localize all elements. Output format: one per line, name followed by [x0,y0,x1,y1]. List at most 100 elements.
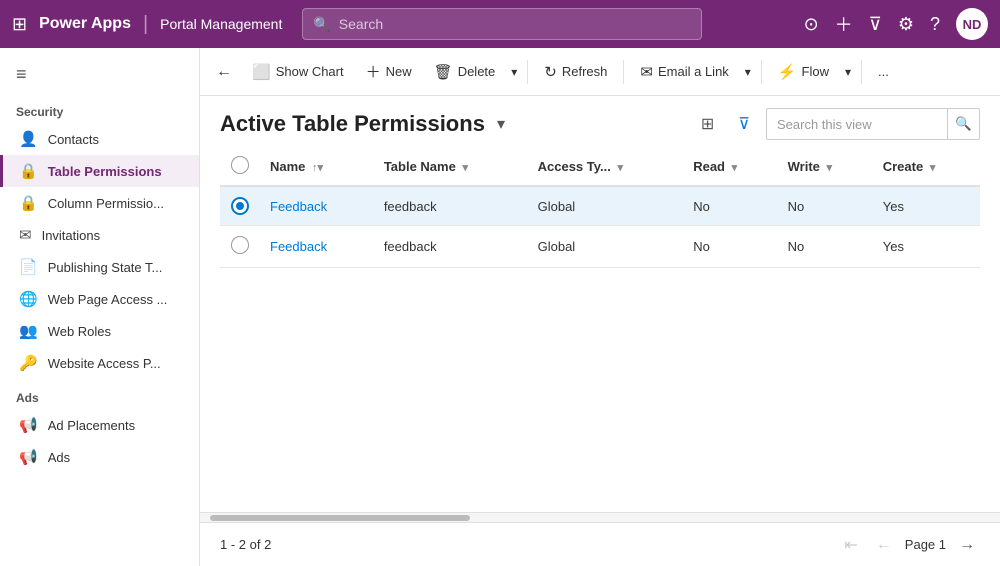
row-radio[interactable] [231,197,249,215]
delete-button[interactable]: 🗑 Delete [424,57,506,87]
column-permissions-icon: 🔒 [19,194,38,212]
sidebar-item-website-access[interactable]: 🔑 Website Access P... [0,347,199,379]
top-navigation: ⊞ Power Apps | Portal Management 🔍 ⊙ ＋ ⊽… [0,0,1000,48]
back-button[interactable]: ← [208,57,240,87]
record-count: 1 - 2 of 2 [220,537,271,552]
user-avatar[interactable]: ND [956,8,988,40]
filter-view-icon: ⊽ [738,116,750,133]
show-chart-button[interactable]: ⬜ Show Chart [242,57,354,87]
sidebar-item-column-permissions[interactable]: 🔒 Column Permissio... [0,187,199,219]
next-page-button[interactable]: → [954,533,980,557]
col-write[interactable]: Write ▾ [778,148,873,186]
security-section-title: Security [0,93,199,123]
ads-section-title: Ads [0,379,199,409]
columns-config-button[interactable]: ⊞ [693,110,722,138]
table-row[interactable]: Feedback feedback Global No No Yes [220,186,980,226]
email-link-button[interactable]: ✉ Email a Link [630,57,738,87]
view-search-input[interactable] [767,117,947,132]
row-name[interactable]: Feedback [260,226,374,268]
col-write-label: Write [788,159,820,174]
table-row[interactable]: Feedback feedback Global No No Yes [220,226,980,268]
global-search-input[interactable] [339,16,692,32]
flow-icon: ⚡ [778,63,797,81]
more-button[interactable]: ... [868,58,899,85]
col-create[interactable]: Create ▾ [873,148,980,186]
horizontal-scrollbar[interactable] [200,512,1000,522]
sidebar-item-table-permissions[interactable]: 🔒 Table Permissions [0,155,199,187]
refresh-icon: ↻ [544,63,557,81]
invitations-icon: ✉ [19,226,32,244]
columns-icon: ⊞ [701,116,714,133]
email-icon: ✉ [640,63,653,81]
sidebar-item-web-roles[interactable]: 👥 Web Roles [0,315,199,347]
prev-page-button[interactable]: ← [871,533,897,557]
sidebar-item-ads[interactable]: 📢 Ads [0,441,199,473]
table-header-row: Name ↑▾ Table Name ▾ Access Ty... ▾ [220,148,980,186]
sidebar-item-invitations[interactable]: ✉ Invitations [0,219,199,251]
hamburger-button[interactable]: ≡ [0,56,199,93]
toolbar-separator-4 [861,60,862,84]
col-name[interactable]: Name ↑▾ [260,148,374,186]
select-all-col[interactable] [220,148,260,186]
table-footer: 1 - 2 of 2 ⇤ ← Page 1 → [200,522,1000,566]
new-button[interactable]: ＋ New [356,55,422,88]
col-table-name[interactable]: Table Name ▾ [374,148,528,186]
pagination-controls: ⇤ ← Page 1 → [839,532,980,558]
sidebar-label-web-page-access: Web Page Access ... [48,292,168,307]
delete-dropdown[interactable]: ▾ [507,59,521,85]
page-area: Active Table Permissions ▾ ⊞ ⊽ 🔍 [200,96,1000,566]
sidebar: ≡ Security 👤 Contacts 🔒 Table Permission… [0,48,200,566]
row-select-cell[interactable] [220,186,260,226]
sidebar-item-ad-placements[interactable]: 📢 Ad Placements [0,409,199,441]
permissions-table: Name ↑▾ Table Name ▾ Access Ty... ▾ [220,148,980,268]
filter-view-button[interactable]: ⊽ [730,110,758,138]
sidebar-label-web-roles: Web Roles [48,324,111,339]
row-select-cell[interactable] [220,226,260,268]
sidebar-item-publishing-state[interactable]: 📄 Publishing State T... [0,251,199,283]
row-create: Yes [873,226,980,268]
app-grid-icon[interactable]: ⊞ [12,14,27,35]
email-dropdown[interactable]: ▾ [741,59,755,85]
ads-icon: 📢 [19,448,38,466]
col-access-type-label: Access Ty... [538,159,611,174]
sidebar-label-website-access: Website Access P... [48,356,161,371]
sidebar-label-column-permissions: Column Permissio... [48,196,164,211]
table-permissions-icon: 🔒 [19,162,38,180]
col-access-type[interactable]: Access Ty... ▾ [528,148,684,186]
web-roles-icon: 👥 [19,322,38,340]
settings-icon[interactable]: ⚙ [898,14,914,35]
row-radio[interactable] [231,236,249,254]
filter-icon[interactable]: ⊽ [869,14,882,35]
row-name-link[interactable]: Feedback [270,239,327,254]
new-label: New [386,64,412,79]
title-chevron-icon[interactable]: ▾ [497,114,505,134]
add-icon[interactable]: ＋ [835,11,853,37]
access-type-sort-icon: ▾ [617,162,623,174]
view-search-button[interactable]: 🔍 [947,108,979,140]
checklist-icon[interactable]: ⊙ [804,14,819,35]
show-chart-label: Show Chart [276,64,344,79]
website-access-icon: 🔑 [19,354,38,372]
sidebar-label-ad-placements: Ad Placements [48,418,135,433]
hscroll-thumb[interactable] [210,515,470,521]
content-area: ← ⬜ Show Chart ＋ New 🗑 Delete ▾ ↻ Refres… [200,48,1000,566]
refresh-button[interactable]: ↻ Refresh [534,57,617,87]
view-search-box[interactable]: 🔍 [766,108,980,140]
app-name: Power Apps [39,15,131,33]
sidebar-item-web-page-access[interactable]: 🌐 Web Page Access ... [0,283,199,315]
first-page-button[interactable]: ⇤ [839,532,862,558]
select-all-radio[interactable] [231,156,249,174]
row-name[interactable]: Feedback [260,186,374,226]
global-search-box[interactable]: 🔍 [302,8,702,40]
search-icon: 🔍 [313,16,330,33]
flow-button[interactable]: ⚡ Flow [768,57,839,87]
row-name-link[interactable]: Feedback [270,199,327,214]
read-sort-icon: ▾ [732,162,738,174]
col-read[interactable]: Read ▾ [683,148,777,186]
page-title: Active Table Permissions [220,111,485,137]
refresh-label: Refresh [562,64,608,79]
flow-dropdown[interactable]: ▾ [841,59,855,85]
sidebar-item-contacts[interactable]: 👤 Contacts [0,123,199,155]
write-sort-icon: ▾ [827,162,833,174]
help-icon[interactable]: ? [930,14,940,35]
